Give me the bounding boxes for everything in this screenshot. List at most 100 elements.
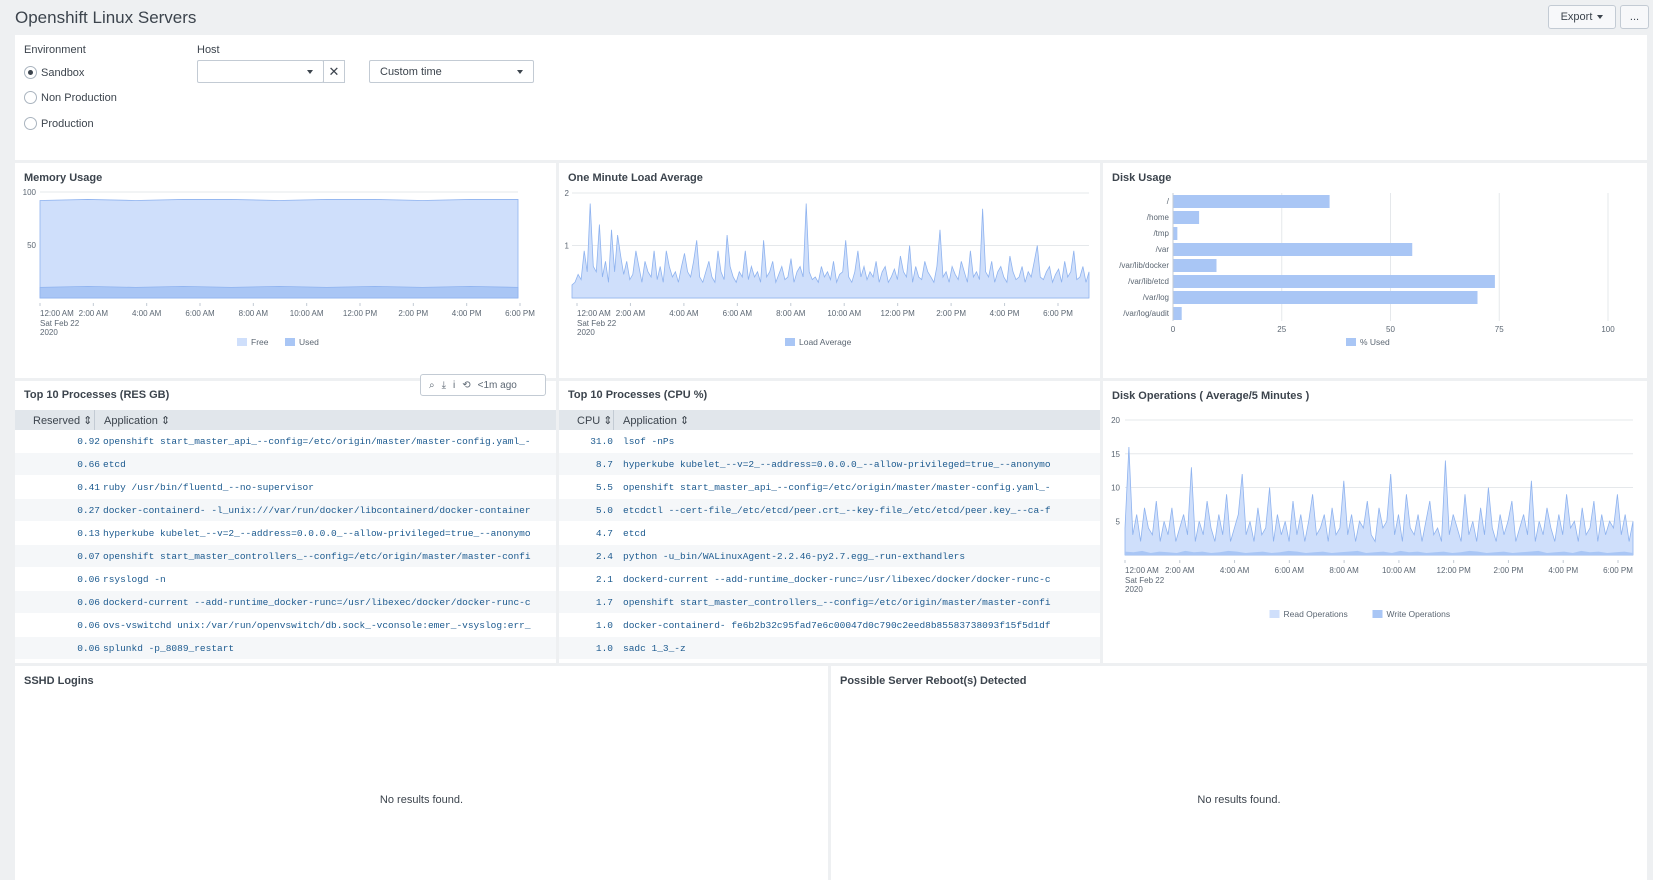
table-row[interactable]: 2.1 dockerd-current --add-runtime_docker-… <box>559 568 1100 590</box>
panel-title: Top 10 Processes (RES GB) <box>24 389 170 401</box>
download-icon[interactable]: ⤓ <box>442 380 446 391</box>
bar-home <box>1173 211 1200 224</box>
cell-value: 0.66 <box>77 459 100 470</box>
x-tick-label: 12:00 PM <box>881 309 916 318</box>
memory-chart: 100 50 12:00 AM 2:00 AM 4:00 AM 6:00 AM 8:00 A… <box>23 188 536 347</box>
bar-var-log <box>1173 291 1478 304</box>
cell-application: ruby /usr/bin/fluentd_--no-supervisor <box>103 482 314 493</box>
bar-var-lib-etcd <box>1173 275 1495 288</box>
cell-application: python -u_bin/WALinuxAgent-2.2.46-py2.7.… <box>623 551 966 562</box>
table-row[interactable]: 2.4 python -u_bin/WALinuxAgent-2.2.46-py2… <box>559 545 1100 567</box>
refresh-icon[interactable]: ⟲ <box>462 380 470 391</box>
table-row[interactable]: 0.06 splunkd -p_8089_restart <box>15 637 556 659</box>
table-row[interactable]: 5.0 etcdctl --cert-file_/etc/etcd/peer.cr… <box>559 499 1100 521</box>
cell-application: sadc 1_3_-z <box>623 643 686 654</box>
cell-value: 0.06 <box>77 643 100 654</box>
cell-application: etcdctl --cert-file_/etc/etcd/peer.crt_-… <box>623 505 1051 516</box>
sshd-panel: SSHD Logins No results found. <box>15 666 828 880</box>
panel-title: Possible Server Reboot(s) Detected <box>840 675 1027 687</box>
x-tick-label: 6:00 PM <box>1603 566 1633 575</box>
radio-production[interactable]: Production <box>24 117 94 130</box>
x-tick-label: 4:00 AM <box>669 309 699 318</box>
legend-label: Load Average <box>799 337 852 347</box>
y-tick-label: /var <box>1156 245 1170 254</box>
x-tick-label: 6:00 PM <box>1043 309 1073 318</box>
table-row[interactable]: 1.7 openshift start_master_controllers_--… <box>559 591 1100 613</box>
radio-label: Production <box>41 117 94 130</box>
cell-application: openshift start_master_controllers_--con… <box>623 597 1051 608</box>
x-tick-label: 12:00 AM <box>1125 566 1159 575</box>
radio-unchecked-icon <box>24 117 37 130</box>
x-tick-label: 2:00 PM <box>398 309 428 318</box>
cell-value: 0.06 <box>77 597 100 608</box>
y-tick-label: /var/log <box>1143 293 1169 302</box>
environment-label: Environment <box>24 44 86 56</box>
x-tick-label: 75 <box>1495 325 1504 334</box>
table-row[interactable]: 4.7 etcd <box>559 522 1100 544</box>
table-row[interactable]: 0.66 etcd <box>15 453 556 475</box>
table-row[interactable]: 0.06 ovs-vswitchd unix:/var/run/openvswit… <box>15 614 556 636</box>
col-header-application[interactable]: Application ⇕ <box>104 414 170 427</box>
table-row[interactable]: 8.7 hyperkube kubelet_--v=2_--address=0.0… <box>559 453 1100 475</box>
table-row[interactable]: 0.06 rsyslogd -n <box>15 568 556 590</box>
bar-tmp <box>1173 227 1178 240</box>
series-write-area <box>1124 446 1634 556</box>
bar- <box>1173 195 1330 208</box>
cell-value: 0.41 <box>77 482 100 493</box>
cell-application: lsof -nPs <box>623 436 675 447</box>
top-res-panel: Top 10 Processes (RES GB) Reserved ⇕ App… <box>15 381 556 663</box>
table-row[interactable]: 1.0 sadc 1_3_-z <box>559 637 1100 659</box>
load-chart: 2 1 12:00 AM 2:00 AM 4:00 AM 6:00 AM 8:00 AM 10… <box>565 189 1090 347</box>
host-select[interactable] <box>197 60 324 83</box>
cell-value: 0.13 <box>77 528 100 539</box>
table-row[interactable]: 31.0 lsof -nPs <box>559 430 1100 452</box>
chevron-down-icon <box>307 69 313 74</box>
legend-swatch <box>785 338 795 346</box>
y-tick-label: 20 <box>1111 416 1120 425</box>
empty-message: No results found. <box>379 794 464 806</box>
legend-swatch <box>1269 610 1280 618</box>
disk-chart: 0 25 50 75 100 / /home/tmp/var/var/lib/docker /… <box>1119 193 1615 347</box>
table-row[interactable]: 0.07 openshift start_master_controllers_-… <box>15 545 556 567</box>
cell-value: 2.4 <box>595 551 613 562</box>
cell-application: docker-containerd- -l_unix:///var/run/do… <box>103 505 531 516</box>
search-icon[interactable]: ⌕ <box>429 380 435 391</box>
series-load-area <box>571 203 1090 299</box>
cell-value: 0.92 <box>77 436 100 447</box>
y-tick-label: /home <box>1147 213 1170 222</box>
cell-value: 0.27 <box>77 505 100 516</box>
col-header-cpu[interactable]: CPU ⇕ <box>577 414 613 427</box>
table-row[interactable]: 0.13 hyperkube kubelet_--v=2_--address=0.… <box>15 522 556 544</box>
col-header-reserved[interactable]: Reserved ⇕ <box>33 414 92 427</box>
cell-value: 31.0 <box>590 436 613 447</box>
y-tick-label: 100 <box>23 188 37 197</box>
x-tick-label: 4:00 PM <box>452 309 482 318</box>
x-tick-label: 4:00 PM <box>1548 566 1578 575</box>
host-clear-button[interactable]: ✕ <box>323 60 345 83</box>
legend-label: Write Operations <box>1387 609 1451 619</box>
col-header-application[interactable]: Application ⇕ <box>623 414 689 427</box>
cell-application: etcd <box>623 528 646 539</box>
more-button[interactable]: ... <box>1620 5 1649 29</box>
y-tick-label: 2 <box>565 189 570 198</box>
cell-application: hyperkube kubelet_--v=2_--address=0.0.0.… <box>623 459 1051 470</box>
table-row[interactable]: 0.41 ruby /usr/bin/fluentd_--no-superviso… <box>15 476 556 498</box>
x-tick-label: 8:00 AM <box>1329 566 1359 575</box>
export-button[interactable]: Export <box>1548 5 1616 29</box>
info-icon[interactable]: i <box>453 380 455 391</box>
time-range-picker[interactable]: Custom time <box>369 60 534 83</box>
diskops-panel: Disk Operations ( Average/5 Minutes ) 20… <box>1103 381 1647 663</box>
table-row[interactable]: 5.5 openshift start_master_api_--config=/… <box>559 476 1100 498</box>
table-row[interactable]: 1.0 docker-containerd- fe6b2b32c95fad7e6c… <box>559 614 1100 636</box>
reboot-panel: Possible Server Reboot(s) Detected No re… <box>831 666 1647 880</box>
y-tick-label: 50 <box>27 241 36 250</box>
x-tick-label: 25 <box>1277 325 1286 334</box>
disk-panel: Disk Usage 0 25 50 75 100//home/tmp/var/var/… <box>1103 163 1647 378</box>
table-row[interactable]: 0.06 dockerd-current --add-runtime_docker… <box>15 591 556 613</box>
x-date-label: 2020 <box>40 328 58 337</box>
radio-sandbox[interactable]: Sandbox <box>24 66 84 79</box>
table-row[interactable]: 0.27 docker-containerd- -l_unix:///var/ru… <box>15 499 556 521</box>
legend-swatch <box>237 338 247 346</box>
radio-non-production[interactable]: Non Production <box>24 91 117 104</box>
table-row[interactable]: 0.92 openshift start_master_api_--config=… <box>15 430 556 452</box>
